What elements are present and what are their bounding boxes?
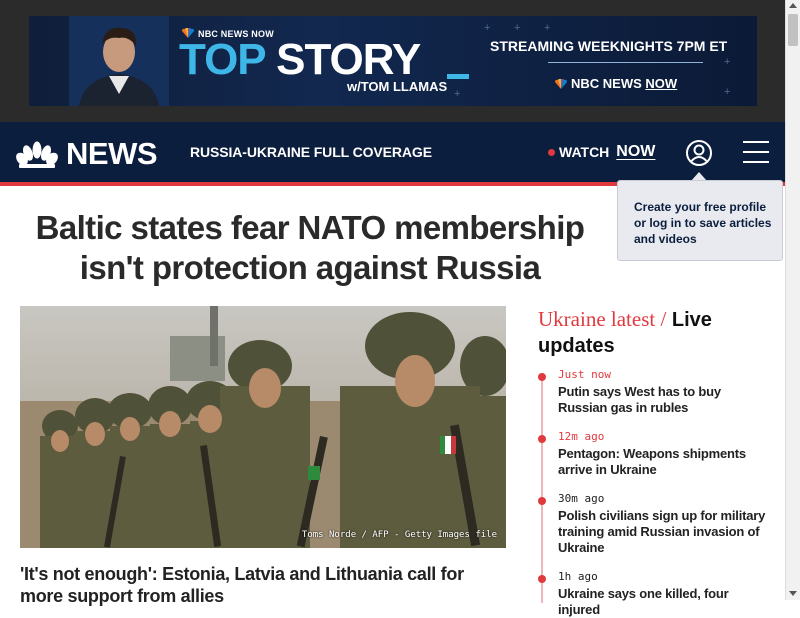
live-item-text: Putin says West has to buy Russian gas i… (558, 384, 721, 415)
page-scrollbar[interactable] (785, 0, 800, 600)
ad-headline-story: STORY (276, 35, 421, 84)
hero-image[interactable]: Toms Norde / AFP - Getty Images file (20, 306, 506, 548)
now-label: NOW (616, 143, 656, 160)
ad-banner[interactable]: + + + + + + NBC NEWS NOW TOP STORY w/TOM… (29, 16, 757, 106)
article-headline[interactable]: Baltic states fear NATO membership isn't… (20, 208, 600, 288)
soldiers-photo (20, 306, 506, 548)
live-title-red: Ukraine latest / (538, 307, 667, 331)
timeline-dot-icon (538, 575, 546, 583)
ad-decoration: + (724, 86, 731, 98)
ad-divider (548, 62, 703, 63)
scroll-thumb[interactable] (788, 14, 798, 46)
live-item-time: Just now (558, 368, 611, 381)
timeline-dot-icon (538, 497, 546, 505)
watch-now-link[interactable]: WATCH NOW (548, 143, 655, 161)
ad-schedule: STREAMING WEEKNIGHTS 7PM ET (490, 38, 728, 54)
profile-button[interactable] (685, 139, 713, 167)
ad-underscore (447, 74, 469, 79)
ad-decoration: + (454, 88, 461, 100)
article-subheadline[interactable]: 'It's not enough': Estonia, Latvia and L… (20, 563, 500, 607)
ad-decoration: + (544, 22, 551, 34)
peacock-icon (554, 79, 568, 89)
ad-brand: NBC NEWS NOW (554, 76, 677, 91)
ad-host-name: w/TOM LLAMAS (347, 79, 448, 94)
timeline-dot-icon (538, 435, 546, 443)
user-icon (686, 140, 712, 166)
tooltip-text: Create your free profile or log in to sa… (634, 200, 772, 246)
timeline-line (541, 373, 543, 603)
ad-decoration: + (724, 56, 731, 68)
peacock-logo-icon (16, 141, 58, 168)
photo-credit: Toms Norde / AFP - Getty Images file (301, 530, 497, 540)
ad-brand-now: NOW (645, 76, 678, 91)
live-updates-heading[interactable]: Ukraine latest / Live updates (538, 306, 758, 359)
scroll-down-arrow-icon[interactable] (789, 591, 797, 596)
hamburger-menu-icon[interactable] (743, 141, 769, 163)
ad-brand-text: NBC NEWS (571, 76, 642, 91)
ad-decoration: + (514, 22, 521, 34)
live-item-text: Ukraine says one killed, four injured (558, 586, 729, 617)
scroll-up-arrow-icon[interactable] (789, 3, 797, 8)
logo-text: NEWS (66, 136, 158, 171)
ad-headline-top: TOP (179, 35, 266, 84)
ad-decoration: + (484, 22, 491, 34)
live-item-text: Pentagon: Weapons shipments arrive in Uk… (558, 446, 746, 477)
ad-headline: TOP STORY (179, 35, 421, 84)
nbc-news-logo[interactable]: NEWS (16, 136, 158, 172)
live-item-time: 30m ago (558, 492, 605, 505)
live-item-time: 12m ago (558, 430, 605, 443)
live-item-text: Polish civilians sign up for military tr… (558, 508, 766, 555)
coverage-link[interactable]: RUSSIA-UKRAINE FULL COVERAGE (190, 144, 432, 160)
host-portrait (69, 16, 169, 106)
timeline-dot-icon (538, 373, 546, 381)
profile-tooltip[interactable]: Create your free profile or log in to sa… (617, 180, 783, 261)
ad-banner-area: + + + + + + NBC NEWS NOW TOP STORY w/TOM… (0, 0, 785, 122)
live-item-time: 1h ago (558, 570, 598, 583)
live-dot-icon (548, 148, 555, 156)
watch-label: WATCH (559, 144, 610, 160)
